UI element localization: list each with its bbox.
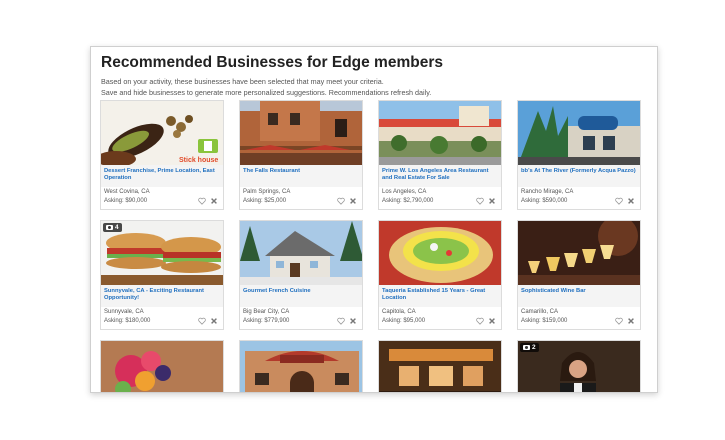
patio-restaurant-photo	[379, 101, 501, 165]
card-body: Gourmet French Cuisine	[240, 285, 362, 307]
intro-text: Based on your activity, these businesses…	[101, 76, 431, 98]
close-icon[interactable]	[210, 317, 218, 325]
recommendations-panel: Recommended Businesses for Edge members …	[90, 46, 658, 393]
heart-icon[interactable]	[615, 317, 623, 325]
close-icon[interactable]	[349, 197, 357, 205]
camera-icon	[106, 225, 113, 230]
business-card[interactable]: Gourmet French Cuisine Big Bear City, CA…	[239, 220, 363, 330]
business-card[interactable]	[100, 340, 224, 392]
business-title[interactable]: Prime W. Los Angeles Area Restaurant and…	[382, 168, 500, 182]
business-photo[interactable]	[518, 101, 640, 165]
cottage-photo	[240, 221, 362, 285]
business-card[interactable]: 4 Sunnyvale, CA - Exciting Restaurant Op…	[100, 220, 224, 330]
intro-line-2: Save and hide businesses to generate mor…	[101, 88, 432, 97]
card-body: Dessert Franchise, Prime Location, East …	[101, 165, 223, 187]
business-card[interactable]: Sophisticated Wine Bar Camarillo, CA Ask…	[517, 220, 641, 330]
business-location: Los Angeles, CA	[382, 189, 427, 195]
asking-price: Asking: $159,000	[521, 318, 568, 324]
business-photo[interactable]	[379, 341, 501, 392]
heart-icon[interactable]	[476, 317, 484, 325]
business-location: Capitola, CA	[382, 309, 416, 315]
restaurant-exterior-photo	[240, 101, 362, 165]
heart-icon[interactable]	[337, 317, 345, 325]
card-body: Prime W. Los Angeles Area Restaurant and…	[379, 165, 501, 187]
close-icon[interactable]	[349, 317, 357, 325]
business-title[interactable]: Taqueria Established 15 Years - Great Lo…	[382, 288, 500, 302]
asking-price: Asking: $779,900	[243, 318, 290, 324]
close-icon[interactable]	[488, 197, 496, 205]
business-title[interactable]: The Falls Restaurant	[243, 168, 361, 175]
photo-count: 4	[115, 224, 119, 231]
business-photo[interactable]	[101, 341, 223, 392]
asking-price: Asking: $590,000	[521, 198, 568, 204]
business-photo[interactable]	[379, 101, 501, 165]
asking-price: Asking: $180,000	[104, 318, 151, 324]
heart-icon[interactable]	[337, 197, 345, 205]
business-photo[interactable]	[240, 101, 362, 165]
business-location: West Covina, CA	[104, 189, 150, 195]
business-photo[interactable]	[240, 341, 362, 392]
wine-glasses-photo	[518, 221, 640, 285]
restaurant-interior-photo	[379, 341, 501, 392]
business-card[interactable]: Prime W. Los Angeles Area Restaurant and…	[378, 100, 502, 210]
card-body: The Falls Restaurant	[240, 165, 362, 187]
asking-price: Asking: $90,000	[104, 198, 148, 204]
taco-salad-photo	[379, 221, 501, 285]
business-photo[interactable]	[240, 221, 362, 285]
river-restaurant-photo	[518, 101, 640, 165]
fruit-dessert-photo	[101, 341, 223, 392]
close-icon[interactable]	[210, 197, 218, 205]
heart-icon[interactable]	[198, 197, 206, 205]
photo-count-badge: 4	[103, 223, 122, 232]
photo-count-badge: 2	[520, 343, 539, 352]
photo-count: 2	[532, 344, 536, 351]
business-photo[interactable]: 4	[101, 221, 223, 285]
card-body: bb's At The River (Formerly Acqua Pazzo)	[518, 165, 640, 187]
close-icon[interactable]	[488, 317, 496, 325]
business-photo[interactable]	[518, 221, 640, 285]
business-location: Palm Springs, CA	[243, 189, 291, 195]
business-photo[interactable]	[379, 221, 501, 285]
business-card[interactable]	[378, 340, 502, 392]
card-body: Sunnyvale, CA - Exciting Restaurant Oppo…	[101, 285, 223, 307]
business-title[interactable]: Sunnyvale, CA - Exciting Restaurant Oppo…	[104, 288, 222, 302]
business-card[interactable]	[239, 340, 363, 392]
business-title[interactable]: bb's At The River (Formerly Acqua Pazzo)	[521, 168, 639, 175]
intro-line-1: Based on your activity, these businesses…	[101, 77, 384, 86]
card-body: Sophisticated Wine Bar	[518, 285, 640, 307]
camera-icon	[523, 345, 530, 350]
business-title[interactable]: Sophisticated Wine Bar	[521, 288, 639, 295]
heart-icon[interactable]	[198, 317, 206, 325]
asking-price: Asking: $25,000	[243, 198, 287, 204]
business-card[interactable]: Taqueria Established 15 Years - Great Lo…	[378, 220, 502, 330]
business-location: Big Bear City, CA	[243, 309, 290, 315]
heart-icon[interactable]	[476, 197, 484, 205]
page-title: Recommended Businesses for Edge members	[101, 54, 443, 71]
business-title[interactable]: Gourmet French Cuisine	[243, 288, 361, 295]
asking-price: Asking: $2,790,000	[382, 198, 434, 204]
dessert-photo: Stick house	[101, 101, 223, 165]
business-card[interactable]: The Falls Restaurant Palm Springs, CA As…	[239, 100, 363, 210]
business-card[interactable]: bb's At The River (Formerly Acqua Pazzo)…	[517, 100, 641, 210]
card-body: Taqueria Established 15 Years - Great Lo…	[379, 285, 501, 307]
business-card[interactable]: 2	[517, 340, 641, 392]
logo-text: Stick house	[179, 157, 218, 164]
business-location: Sunnyvale, CA	[104, 309, 144, 315]
heart-icon[interactable]	[615, 197, 623, 205]
business-title[interactable]: Dessert Franchise, Prime Location, East …	[104, 168, 222, 182]
asking-price: Asking: $95,000	[382, 318, 426, 324]
business-photo[interactable]: 2	[518, 341, 640, 392]
italian-restaurant-photo	[240, 341, 362, 392]
business-location: Rancho Mirage, CA	[521, 189, 574, 195]
business-card[interactable]: Stick house Dessert Franchise, Prime Loc…	[100, 100, 224, 210]
business-photo[interactable]: Stick house	[101, 101, 223, 165]
close-icon[interactable]	[627, 317, 635, 325]
close-icon[interactable]	[627, 197, 635, 205]
business-location: Camarillo, CA	[521, 309, 559, 315]
